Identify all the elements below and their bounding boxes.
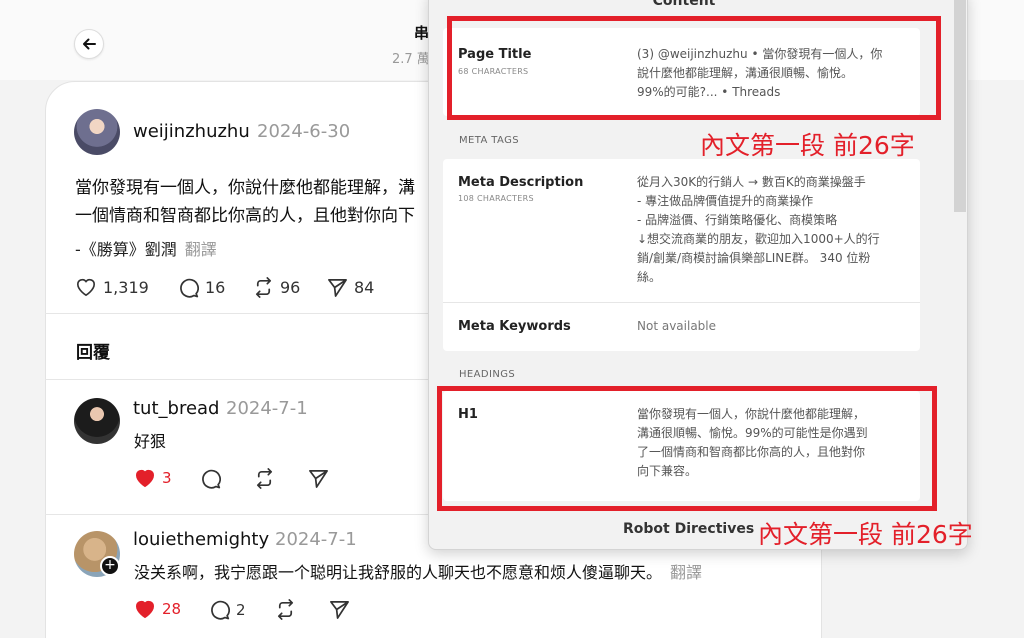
repost-icon bbox=[277, 599, 294, 620]
like-count: 1,319 bbox=[103, 277, 149, 297]
annotation-box-h1 bbox=[437, 386, 937, 511]
panel-header: Content bbox=[652, 0, 716, 9]
comment-username[interactable]: louiethemighty bbox=[133, 529, 269, 550]
comment-icon bbox=[180, 278, 199, 298]
meta-tags-section-label: META TAGS bbox=[459, 135, 519, 146]
comment-date: 2024-7-1 bbox=[226, 398, 308, 419]
back-button[interactable] bbox=[74, 29, 104, 59]
comment-icon bbox=[211, 600, 230, 620]
comment-count: 2 bbox=[236, 600, 246, 619]
comment-text: 好狠 bbox=[134, 432, 167, 451]
comment-count: 16 bbox=[205, 278, 226, 297]
annotation-note-title: 內文第一段 前26字 bbox=[700, 131, 915, 160]
like-button[interactable]: 28 bbox=[134, 599, 181, 619]
heart-filled-icon bbox=[135, 469, 155, 488]
heart-filled-icon bbox=[135, 600, 155, 619]
repost-count: 96 bbox=[280, 278, 301, 297]
comment-username[interactable]: tut_bread bbox=[133, 398, 219, 419]
comment-button[interactable] bbox=[200, 468, 221, 489]
robot-directives-heading[interactable]: Robot Directives bbox=[623, 521, 754, 537]
translate-link[interactable]: 翻譯 bbox=[185, 240, 217, 259]
avatar[interactable] bbox=[74, 109, 120, 155]
repost-button[interactable] bbox=[254, 468, 275, 489]
comment-button[interactable]: 2 bbox=[209, 599, 246, 620]
repost-icon bbox=[255, 277, 272, 298]
heart-icon bbox=[76, 278, 96, 297]
send-icon bbox=[330, 601, 349, 619]
page-subtitle: 2.7 萬 bbox=[392, 52, 430, 67]
post-date: 2024-6-30 bbox=[257, 121, 351, 142]
repost-button[interactable]: 96 bbox=[253, 277, 300, 298]
meta-description-value[interactable]: 從月入30K的行銷人 → 數百K的商業操盤手 - 專注做品牌價值提升的商業操作 … bbox=[637, 173, 905, 287]
like-count: 28 bbox=[162, 600, 182, 618]
like-count: 3 bbox=[162, 469, 172, 487]
translate-link[interactable]: 翻譯 bbox=[670, 563, 702, 582]
repost-icon bbox=[256, 468, 273, 489]
comment-text: 没关系啊，我宁愿跟一个聪明让我舒服的人聊天也不愿意和烦人傻逼聊天。 翻譯 bbox=[134, 559, 702, 583]
meta-description-count: 108 CHARACTERS bbox=[458, 194, 534, 203]
share-button[interactable] bbox=[329, 599, 350, 620]
replies-heading: 回覆 bbox=[76, 343, 110, 363]
comment-button[interactable]: 16 bbox=[178, 277, 225, 298]
meta-keywords-label: Meta Keywords bbox=[458, 319, 571, 334]
share-button[interactable]: 84 bbox=[327, 277, 374, 298]
send-icon bbox=[309, 470, 328, 488]
post-username[interactable]: weijinzhuzhu bbox=[133, 121, 250, 142]
share-button[interactable] bbox=[308, 468, 329, 489]
page-title: 串 bbox=[414, 24, 430, 42]
follow-plus-icon[interactable]: + bbox=[100, 556, 120, 576]
repost-button[interactable] bbox=[275, 599, 296, 620]
headings-section-label: HEADINGS bbox=[459, 369, 516, 380]
panel-scrollbar[interactable] bbox=[954, 0, 966, 212]
send-icon bbox=[328, 279, 347, 297]
meta-keywords-value: Not available bbox=[637, 319, 717, 333]
annotation-box-title bbox=[447, 16, 941, 120]
annotation-note-h1: 內文第一段 前26字 bbox=[758, 520, 973, 549]
comment-date: 2024-7-1 bbox=[275, 529, 357, 550]
post-quote: -《勝算》劉潤 翻譯 bbox=[75, 236, 217, 260]
post-quote-text: -《勝算》劉潤 bbox=[75, 240, 177, 259]
comment-icon bbox=[202, 469, 221, 489]
post-text-line-2: 一個情商和智商都比你高的人，且他對你向下 bbox=[75, 206, 415, 226]
share-count: 84 bbox=[354, 278, 375, 297]
avatar[interactable] bbox=[74, 398, 120, 444]
post-text-line-1: 當你發現有一個人，你說什麼他都能理解，溝 bbox=[75, 178, 415, 198]
like-button[interactable]: 3 bbox=[134, 468, 172, 488]
meta-tags-box: Meta Description 108 CHARACTERS 從月入30K的行… bbox=[443, 159, 920, 351]
meta-description-label: Meta Description bbox=[458, 175, 584, 190]
arrow-left-icon bbox=[83, 38, 96, 50]
divider bbox=[443, 302, 920, 303]
like-button[interactable]: 1,319 bbox=[75, 277, 149, 297]
comment-text-body: 没关系啊，我宁愿跟一个聪明让我舒服的人聊天也不愿意和烦人傻逼聊天。 bbox=[134, 563, 663, 582]
